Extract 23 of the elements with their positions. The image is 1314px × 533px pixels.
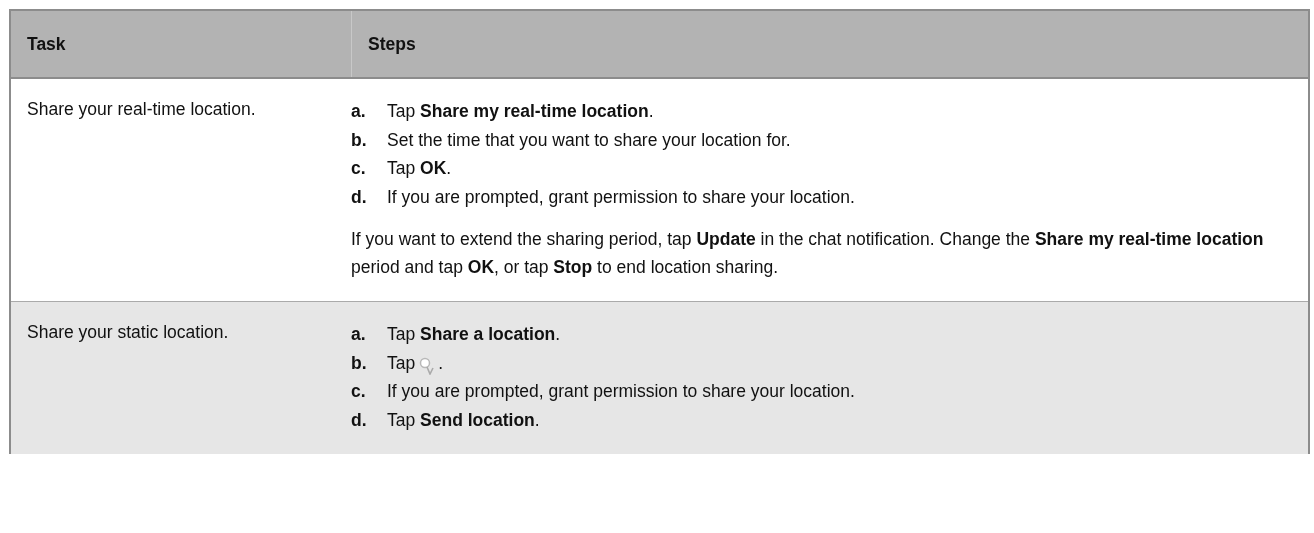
step-letter: c. xyxy=(351,380,367,403)
step-letter: a. xyxy=(351,323,367,346)
step-text: Tap OK. xyxy=(387,157,452,180)
column-header: Steps xyxy=(351,11,1308,77)
note-text: If you want to extend the sharing period, tap Update in the chat notification. Change the Share my real-time location period and tap OK, or tap Stop to end location sharing. xyxy=(351,228,1265,279)
step-text: Set the time that you want to share your location for. xyxy=(387,128,791,152)
step-text: . xyxy=(438,351,444,375)
step-text: Tap xyxy=(387,351,416,375)
step-letter: b. xyxy=(351,351,368,375)
location-pin-icon xyxy=(419,356,435,375)
step-letter: b. xyxy=(351,128,368,152)
step-text: Tap Share a location. xyxy=(387,323,561,346)
step-letter: a. xyxy=(351,100,367,123)
column-header: Task xyxy=(26,33,67,55)
task-text: Share your static location. xyxy=(27,322,229,342)
step-text: Tap Send location. xyxy=(387,408,540,432)
task-text: Share your real-time location. xyxy=(27,99,256,119)
step-text: Tap Share my real-time location. xyxy=(387,100,654,123)
step-letter: c. xyxy=(351,157,367,180)
step-text: If you are prompted, grant permission to share your location. xyxy=(387,185,855,209)
step-letter: d. xyxy=(351,185,368,209)
step-text: If you are prompted, grant permission to share your location. xyxy=(387,380,855,403)
step-letter: d. xyxy=(351,408,368,432)
